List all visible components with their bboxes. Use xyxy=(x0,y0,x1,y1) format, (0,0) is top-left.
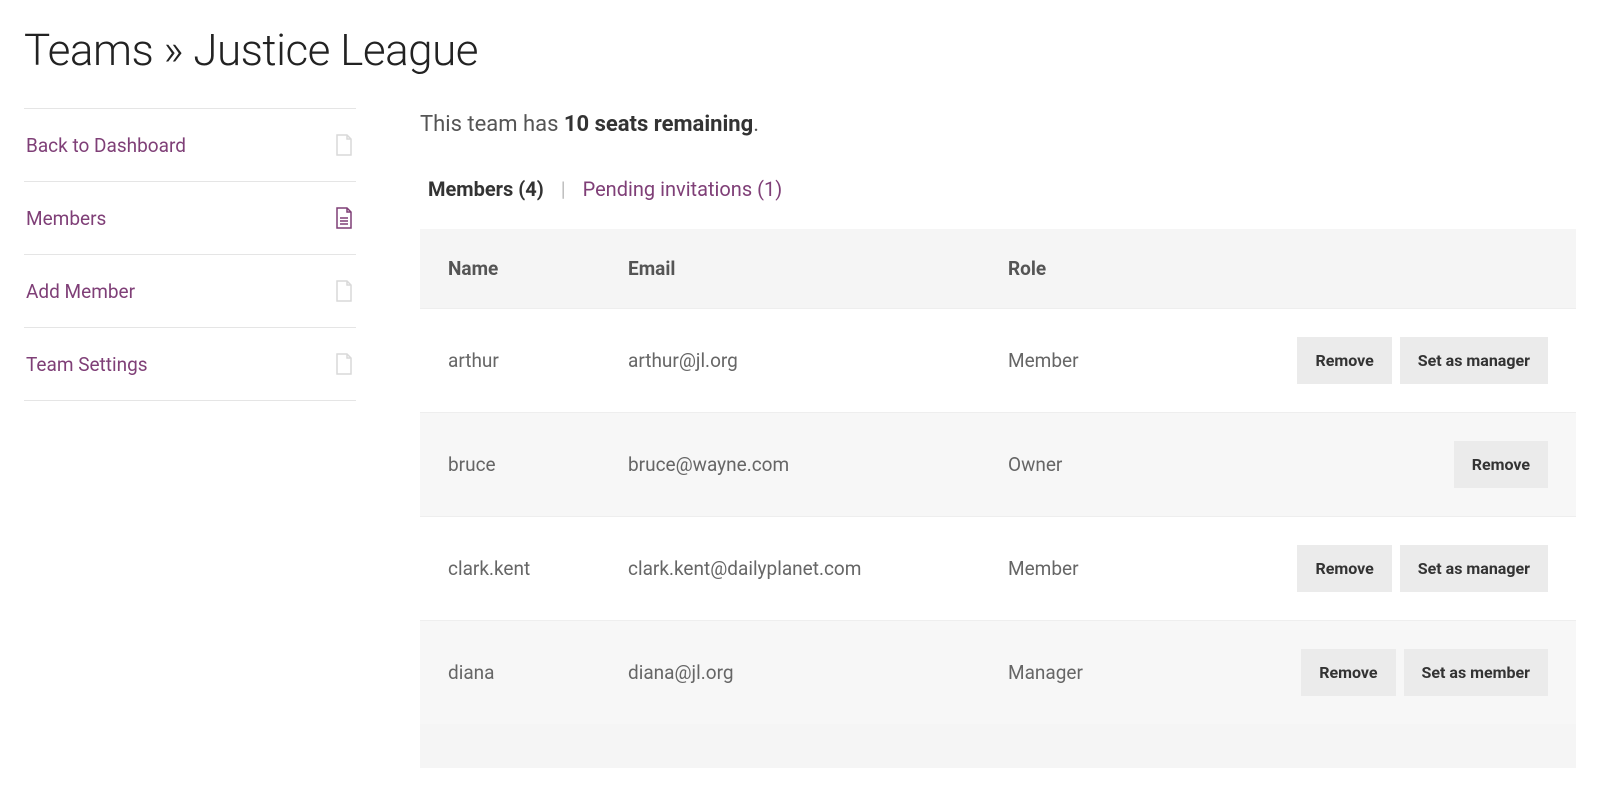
sidebar-item-members[interactable]: Members xyxy=(24,181,356,254)
col-header-role: Role xyxy=(980,229,1180,309)
members-table: Name Email Role arthurarthur@jl.orgMembe… xyxy=(420,229,1576,724)
cell-role: Member xyxy=(980,517,1180,621)
remove-button[interactable]: Remove xyxy=(1301,649,1395,696)
sidebar-item-label: Members xyxy=(26,207,106,230)
table-row: brucebruce@wayne.comOwner Remove xyxy=(420,413,1576,517)
document-icon xyxy=(334,352,354,376)
sidebar-item-back-to-dashboard[interactable]: Back to Dashboard xyxy=(24,108,356,181)
cell-email: bruce@wayne.com xyxy=(600,413,980,517)
table-row: dianadiana@jl.orgManagerRemoveSet as mem… xyxy=(420,621,1576,725)
main-content: This team has 10 seats remaining. Member… xyxy=(420,108,1576,768)
page-title: Teams » Justice League xyxy=(24,24,1576,76)
document-icon xyxy=(334,279,354,303)
tab-separator: | xyxy=(561,177,566,201)
sidebar: Back to Dashboard Members Add Member xyxy=(24,108,356,401)
cell-name: clark.kent xyxy=(420,517,600,621)
seats-remaining: This team has 10 seats remaining. xyxy=(420,112,1576,137)
cell-email: clark.kent@dailyplanet.com xyxy=(600,517,980,621)
table-footer xyxy=(420,724,1576,768)
tab-pending-invitations[interactable]: Pending invitations (1) xyxy=(583,177,783,201)
seats-count: 10 seats remaining xyxy=(564,112,753,137)
sidebar-item-add-member[interactable]: Add Member xyxy=(24,254,356,327)
cell-name: arthur xyxy=(420,309,600,413)
cell-email: diana@jl.org xyxy=(600,621,980,725)
cell-name: diana xyxy=(420,621,600,725)
set-as-manager-button[interactable]: Set as manager xyxy=(1400,337,1548,384)
col-header-name: Name xyxy=(420,229,600,309)
sidebar-item-team-settings[interactable]: Team Settings xyxy=(24,327,356,401)
sidebar-item-label: Team Settings xyxy=(26,353,148,376)
col-header-actions xyxy=(1180,229,1576,309)
seats-suffix: . xyxy=(753,112,759,137)
cell-actions: RemoveSet as manager xyxy=(1180,517,1576,621)
col-header-email: Email xyxy=(600,229,980,309)
cell-role: Manager xyxy=(980,621,1180,725)
set-as-member-button[interactable]: Set as member xyxy=(1404,649,1549,696)
sidebar-item-label: Back to Dashboard xyxy=(26,134,186,157)
document-icon xyxy=(334,206,354,230)
cell-name: bruce xyxy=(420,413,600,517)
remove-button[interactable]: Remove xyxy=(1454,441,1548,488)
table-row: clark.kentclark.kent@dailyplanet.comMemb… xyxy=(420,517,1576,621)
remove-button[interactable]: Remove xyxy=(1297,545,1391,592)
document-icon xyxy=(334,133,354,157)
tabs: Members (4) | Pending invitations (1) xyxy=(420,177,1576,201)
remove-button[interactable]: Remove xyxy=(1297,337,1391,384)
sidebar-item-label: Add Member xyxy=(26,280,135,303)
cell-actions: Remove xyxy=(1180,413,1576,517)
cell-role: Member xyxy=(980,309,1180,413)
cell-email: arthur@jl.org xyxy=(600,309,980,413)
table-row: arthurarthur@jl.orgMemberRemoveSet as ma… xyxy=(420,309,1576,413)
cell-actions: RemoveSet as member xyxy=(1180,621,1576,725)
tab-members[interactable]: Members (4) xyxy=(428,177,544,201)
seats-prefix: This team has xyxy=(420,112,564,137)
set-as-manager-button[interactable]: Set as manager xyxy=(1400,545,1548,592)
cell-actions: RemoveSet as manager xyxy=(1180,309,1576,413)
cell-role: Owner xyxy=(980,413,1180,517)
